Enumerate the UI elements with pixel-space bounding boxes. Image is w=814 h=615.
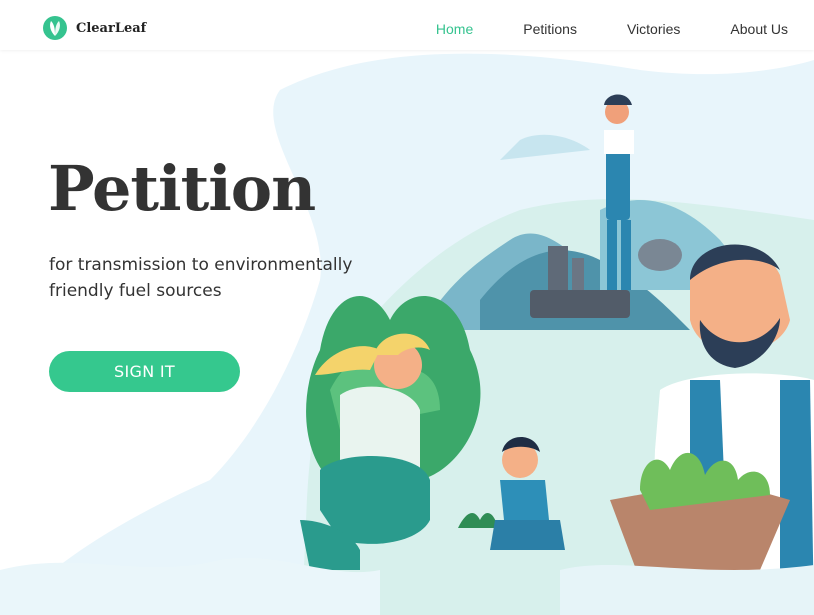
- nav-item-victories[interactable]: Victories: [627, 21, 680, 37]
- brand-logo[interactable]: ClearLeaf: [42, 15, 146, 41]
- nav-item-about-us[interactable]: About Us: [730, 21, 788, 37]
- brand-name: ClearLeaf: [76, 20, 147, 36]
- nav-item-petitions[interactable]: Petitions: [523, 21, 577, 37]
- page-title: Petition: [48, 152, 316, 225]
- sign-it-button[interactable]: SIGN IT: [49, 351, 240, 392]
- hero-illustration: [0, 53, 814, 615]
- top-navigation-bar: ClearLeaf Home Petitions Victories About…: [0, 0, 814, 50]
- main-nav: Home Petitions Victories About Us: [436, 21, 788, 37]
- hero-subtitle: for transmission to environmentally frie…: [49, 255, 353, 301]
- leaf-logo-icon: [43, 16, 67, 40]
- nav-item-home[interactable]: Home: [436, 21, 473, 37]
